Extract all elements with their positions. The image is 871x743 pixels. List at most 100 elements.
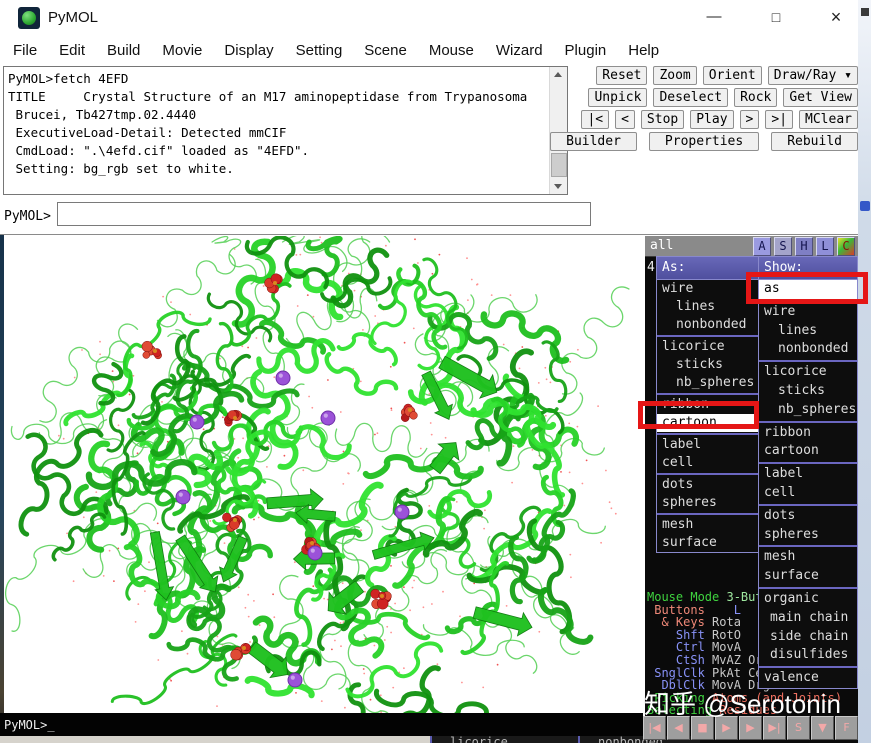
show-menu: Show: as wire lines nonbonded licorice sticks… bbox=[758, 256, 858, 689]
menu-item-cartoon[interactable]: cartoon bbox=[759, 442, 857, 461]
object-a-button[interactable]: A bbox=[753, 237, 771, 256]
object-l-button[interactable]: L bbox=[816, 237, 834, 256]
menu-item-nonbonded[interactable]: nonbonded bbox=[759, 340, 857, 359]
zoom-button[interactable]: Zoom bbox=[653, 66, 697, 85]
background-app-icon bbox=[860, 201, 870, 211]
protein-structure bbox=[5, 223, 630, 734]
maximize-button[interactable]: □ bbox=[756, 0, 796, 34]
menu-item-label[interactable]: label bbox=[759, 465, 857, 484]
scroll-up-icon[interactable] bbox=[550, 67, 567, 83]
menu-movie[interactable]: Movie bbox=[151, 42, 213, 59]
deselect-button[interactable]: Deselect bbox=[653, 88, 729, 107]
builder-button[interactable]: Builder bbox=[550, 132, 637, 151]
menu-mouse[interactable]: Mouse bbox=[418, 42, 485, 59]
close-button[interactable]: × bbox=[816, 0, 856, 34]
menu-item-side-chain[interactable]: side chain bbox=[759, 628, 857, 647]
menu-divider bbox=[657, 473, 759, 475]
menu-item-sticks[interactable]: sticks bbox=[657, 356, 759, 374]
reset-button[interactable]: Reset bbox=[596, 66, 648, 85]
menu-item-licorice[interactable]: licorice bbox=[657, 338, 759, 356]
menu-file[interactable]: File bbox=[2, 42, 48, 59]
menu-plugin[interactable]: Plugin bbox=[554, 42, 618, 59]
menu-item-wire[interactable]: wire bbox=[657, 280, 759, 298]
clipped-menu-licorice: licorice bbox=[430, 736, 578, 743]
play-button[interactable]: Play bbox=[690, 110, 734, 129]
menu-item-lines[interactable]: lines bbox=[657, 298, 759, 316]
annotation-box-as bbox=[746, 272, 868, 304]
movie-control-1[interactable]: ◀ bbox=[667, 716, 690, 740]
menu-edit[interactable]: Edit bbox=[48, 42, 96, 59]
menu-item-ribbon[interactable]: ribbon bbox=[759, 424, 857, 443]
menu-item-nonbonded[interactable]: nonbonded bbox=[657, 316, 759, 334]
properties-button[interactable]: Properties bbox=[648, 132, 760, 151]
menu-item-spheres[interactable]: spheres bbox=[759, 526, 857, 545]
item-button[interactable]: < bbox=[615, 110, 635, 129]
menu-help[interactable]: Help bbox=[617, 42, 670, 59]
menu-divider bbox=[759, 462, 857, 465]
menu-item-mesh[interactable]: mesh bbox=[759, 548, 857, 567]
menu-item-cell[interactable]: cell bbox=[657, 454, 759, 472]
movie-control-2[interactable]: ■ bbox=[691, 716, 714, 740]
object-s-button[interactable]: S bbox=[774, 237, 792, 256]
scrollbar-thumb[interactable] bbox=[551, 153, 567, 177]
menu-item-disulfides[interactable]: disulfides bbox=[759, 646, 857, 665]
orient-button[interactable]: Orient bbox=[702, 66, 762, 85]
menu-item-main-chain[interactable]: main chain bbox=[759, 609, 857, 628]
menu-item-spheres[interactable]: spheres bbox=[657, 494, 759, 512]
menu-setting[interactable]: Setting bbox=[285, 42, 354, 59]
object-bar-all[interactable]: all ASHLC bbox=[645, 236, 858, 257]
rebuild-button[interactable]: Rebuild bbox=[771, 132, 858, 151]
menu-build[interactable]: Build bbox=[96, 42, 151, 59]
menu-wizard[interactable]: Wizard bbox=[485, 42, 554, 59]
movie-control-7[interactable]: ▼ bbox=[811, 716, 834, 740]
internal-prompt-bar: PyMOL>_ bbox=[0, 713, 643, 736]
object-all-label[interactable]: all bbox=[650, 238, 673, 253]
unpick-button[interactable]: Unpick bbox=[588, 88, 648, 107]
command-input[interactable] bbox=[57, 202, 591, 226]
object-c-button[interactable]: C bbox=[837, 237, 855, 256]
menu-item-dots[interactable]: dots bbox=[657, 476, 759, 494]
molecule-viewport[interactable] bbox=[4, 223, 645, 735]
item-button[interactable]: |< bbox=[581, 110, 610, 129]
movie-control-3[interactable]: ▶ bbox=[715, 716, 738, 740]
menu-item-wire[interactable]: wire bbox=[759, 303, 857, 322]
menu-item-label[interactable]: label bbox=[657, 436, 759, 454]
mclear-button[interactable]: MClear bbox=[799, 110, 858, 129]
movie-control-4[interactable]: ▶ bbox=[739, 716, 762, 740]
scroll-down-icon[interactable] bbox=[550, 178, 567, 194]
menu-item-cell[interactable]: cell bbox=[759, 484, 857, 503]
menu-item-mesh[interactable]: mesh bbox=[657, 516, 759, 534]
menu-item-surface[interactable]: surface bbox=[657, 534, 759, 552]
menu-divider bbox=[657, 433, 759, 435]
get-view-button[interactable]: Get View bbox=[783, 88, 858, 107]
menu-item-sticks[interactable]: sticks bbox=[759, 382, 857, 401]
object-h-button[interactable]: H bbox=[795, 237, 813, 256]
menu-item-nb-spheres[interactable]: nb_spheres bbox=[759, 401, 857, 420]
minimize-button[interactable]: — bbox=[694, 0, 734, 34]
movie-control-6[interactable]: S bbox=[787, 716, 810, 740]
menu-item-valence[interactable]: valence bbox=[759, 669, 857, 688]
draw-ray-button[interactable]: Draw/Ray ▾ bbox=[767, 66, 858, 85]
console-text: PyMOL>fetch 4EFD TITLE Crystal Structure … bbox=[8, 70, 547, 178]
menu-item-nb-spheres[interactable]: nb_spheres bbox=[657, 374, 759, 392]
pymol-app-icon bbox=[18, 7, 40, 29]
menu-divider bbox=[657, 335, 759, 337]
menu-item-licorice[interactable]: licorice bbox=[759, 363, 857, 382]
stop-button[interactable]: Stop bbox=[640, 110, 685, 129]
rock-button[interactable]: Rock bbox=[734, 88, 778, 107]
movie-control-0[interactable]: |◀ bbox=[643, 716, 666, 740]
menu-display[interactable]: Display bbox=[213, 42, 284, 59]
watermark: 知乎 @Serotonin bbox=[644, 689, 841, 719]
menu-item-organic[interactable]: organic bbox=[759, 590, 857, 609]
menu-scene[interactable]: Scene bbox=[353, 42, 418, 59]
console-scrollbar[interactable] bbox=[549, 67, 567, 194]
menu-item-dots[interactable]: dots bbox=[759, 507, 857, 526]
item-button[interactable]: >| bbox=[765, 110, 794, 129]
movie-control-8[interactable]: F bbox=[835, 716, 858, 740]
movie-control-5[interactable]: ▶| bbox=[763, 716, 786, 740]
item-button[interactable]: > bbox=[739, 110, 760, 129]
window-title: PyMOL bbox=[48, 9, 99, 26]
output-console: PyMOL>fetch 4EFD TITLE Crystal Structure … bbox=[3, 66, 568, 195]
menu-item-lines[interactable]: lines bbox=[759, 322, 857, 341]
menu-item-surface[interactable]: surface bbox=[759, 567, 857, 586]
